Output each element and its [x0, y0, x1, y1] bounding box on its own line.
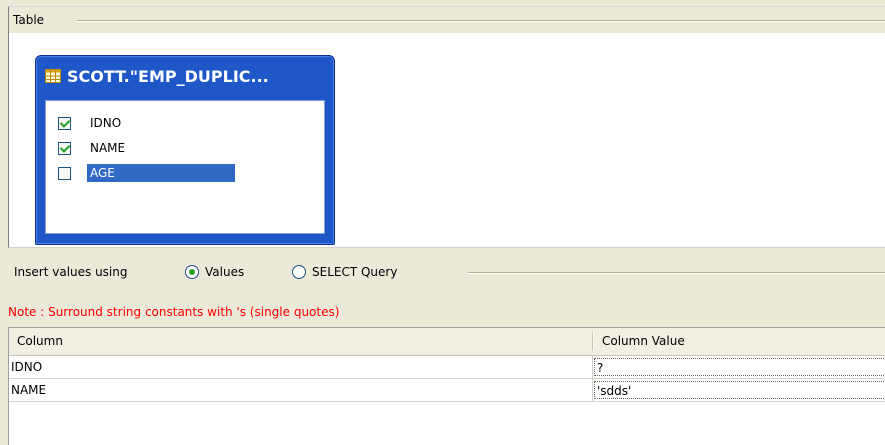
cell-divider [592, 379, 593, 401]
column-checkbox-age[interactable] [58, 166, 71, 180]
column-header-value[interactable]: Column Value [594, 328, 885, 355]
table-row[interactable]: IDNO ? [9, 356, 885, 379]
group-divider-line [77, 20, 885, 22]
radio-values-label: Values [205, 265, 245, 279]
cell-column: IDNO [11, 360, 43, 374]
radio-values-circle[interactable] [185, 265, 199, 279]
cell-column: NAME [11, 383, 47, 397]
table-widget[interactable]: SCOTT."EMP_DUPLIC... IDNO NAME AGE [35, 55, 335, 245]
insert-values-label: Insert values using [14, 265, 128, 279]
table-group: Table SCOTT."EMP_DUPLIC... IDNO NAME AGE [8, 6, 885, 248]
group-divider-line [468, 272, 885, 274]
column-header-column[interactable]: Column [9, 328, 592, 355]
column-checkbox-name[interactable] [58, 141, 71, 155]
table-group-header: Table [9, 7, 885, 33]
radio-select-query-label: SELECT Query [312, 265, 398, 279]
table-group-title: Table [13, 13, 45, 27]
column-label: NAME [90, 141, 126, 155]
cell-divider [592, 356, 593, 378]
table-row[interactable]: NAME 'sdds' [9, 379, 885, 402]
column-list: IDNO NAME AGE [45, 100, 325, 234]
column-item-idno[interactable]: IDNO [58, 111, 124, 135]
radio-select-query[interactable]: SELECT Query [292, 265, 397, 279]
cell-value-input[interactable]: 'sdds' [594, 381, 885, 399]
cell-value-input[interactable]: ? [594, 358, 885, 376]
table-canvas[interactable]: SCOTT."EMP_DUPLIC... IDNO NAME AGE [9, 33, 885, 247]
note-text: Note : Surround string constants with 's… [8, 305, 340, 319]
column-item-name[interactable]: NAME [58, 136, 128, 160]
radio-values[interactable]: Values [185, 265, 244, 279]
table-name: SCOTT."EMP_DUPLIC... [67, 66, 269, 86]
column-values-table: Column Column Value IDNO ? NAME 'sdds' [8, 327, 885, 445]
table-icon [45, 69, 61, 83]
insert-dialog: Table SCOTT."EMP_DUPLIC... IDNO NAME AGE… [0, 0, 885, 445]
radio-select-query-circle[interactable] [292, 265, 306, 279]
table-widget-title[interactable]: SCOTT."EMP_DUPLIC... [45, 65, 269, 87]
column-item-age[interactable]: AGE [58, 161, 235, 185]
table-header: Column Column Value [9, 328, 885, 356]
column-label: AGE [87, 164, 235, 182]
column-checkbox-idno[interactable] [58, 116, 71, 130]
column-label: IDNO [90, 116, 122, 130]
insert-values-group: Insert values using Values SELECT Query [8, 257, 885, 287]
